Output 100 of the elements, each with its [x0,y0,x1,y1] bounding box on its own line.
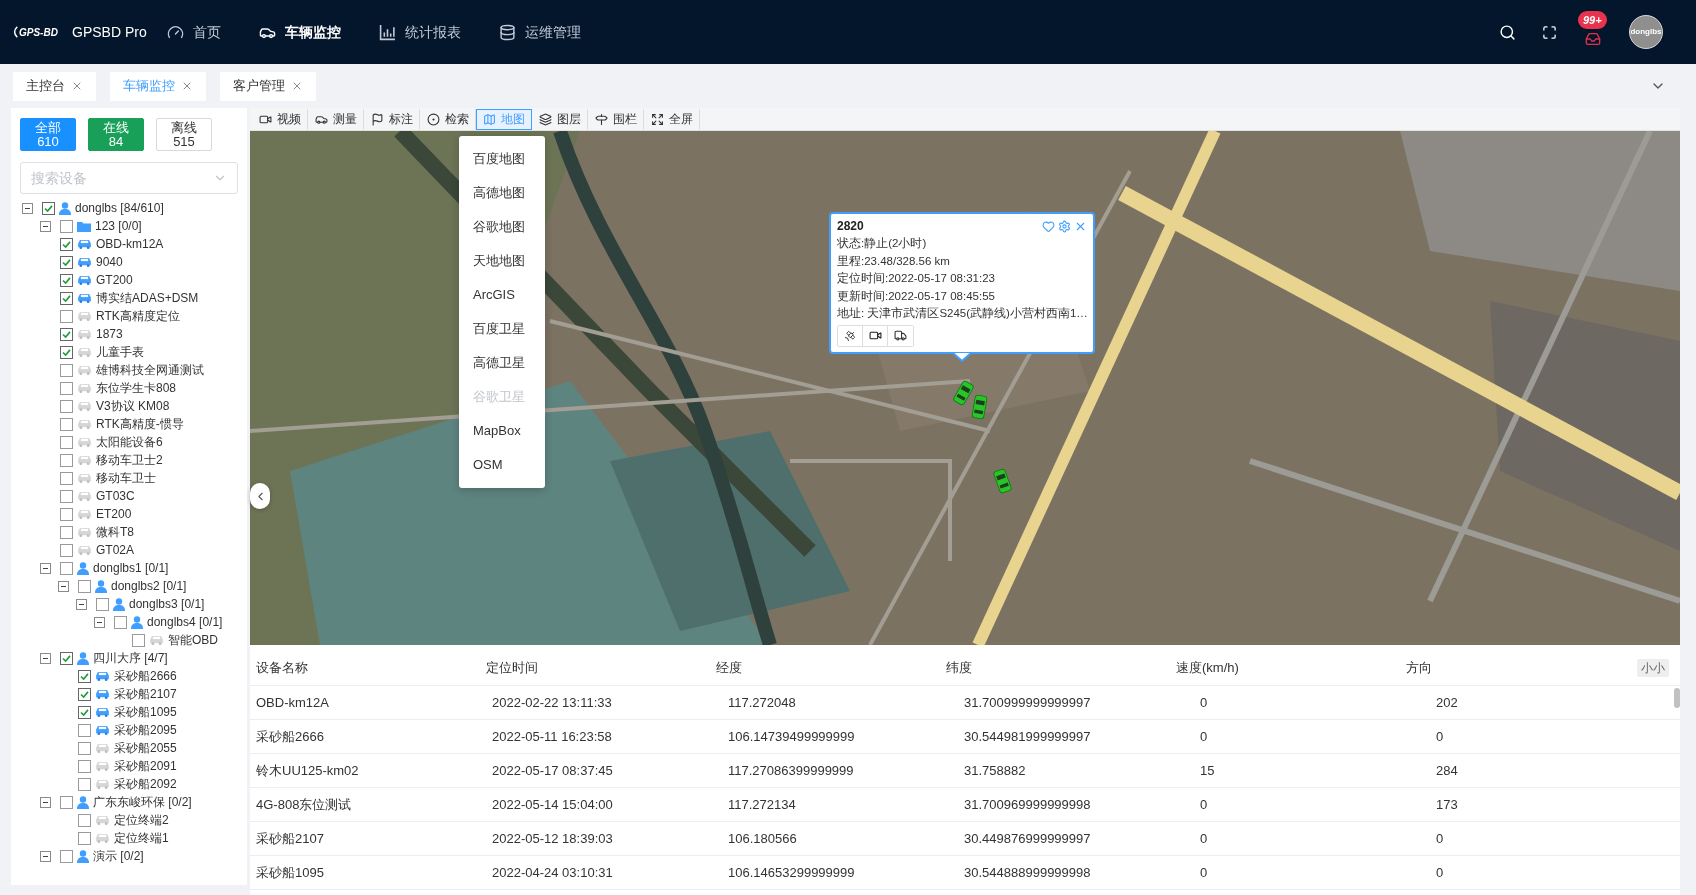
tree-node-label[interactable]: 广东东峻环保 [0/2] [93,793,192,811]
map-tool-button[interactable]: 测量 [308,108,364,130]
collapse-toggle-icon[interactable] [76,598,87,610]
checkbox[interactable] [78,705,91,719]
tree-node-label[interactable]: donglbs3 [0/1] [129,595,205,613]
nav-link[interactable]: 统计报表 [378,21,461,43]
map-tool-button[interactable]: 围栏 [588,108,644,130]
checkbox[interactable] [78,759,91,773]
tree-node-label[interactable]: 采砂船2107 [114,685,177,703]
tree-node-label[interactable]: 9040 [96,253,123,271]
checkbox[interactable] [78,813,91,827]
tree-node-label[interactable]: donglbs [84/610] [75,199,164,217]
tree-node-label[interactable]: V3协议 KM08 [96,397,170,415]
checkbox[interactable] [96,597,109,611]
tree-node-label[interactable]: 移动车卫士2 [96,451,163,469]
checkbox[interactable] [60,399,73,413]
nav-link[interactable]: 车辆监控 [258,21,341,43]
tree-node-label[interactable]: ET200 [96,505,132,523]
tree-node-label[interactable]: 演示 [0/2] [93,847,144,865]
checkbox[interactable] [132,633,145,647]
close-icon[interactable] [181,80,193,92]
checkbox[interactable] [78,777,91,791]
checkbox[interactable] [60,795,73,809]
map-tool-button[interactable]: 全屏 [644,108,700,130]
checkbox[interactable] [78,669,91,683]
nav-link[interactable]: 首页 [166,21,221,43]
tree-node-label[interactable]: donglbs2 [0/1] [111,577,187,595]
checkbox[interactable] [60,417,73,431]
checkbox[interactable] [60,363,73,377]
map-tool-button[interactable]: 标注 [364,108,420,130]
collapse-toggle-icon[interactable] [94,616,105,628]
tree-node-label[interactable]: GT200 [96,271,133,289]
tree-node-label[interactable]: 博实结ADAS+DSM [96,289,199,307]
map-type-option[interactable]: ArcGIS [459,278,545,312]
map-type-option[interactable]: 百度地图 [459,142,545,176]
map-tool-button[interactable]: 图层 [532,108,588,130]
tree-node-label[interactable]: 采砂船2666 [114,667,177,685]
checkbox[interactable] [60,525,73,539]
collapse-toggle-icon[interactable] [40,652,51,664]
map-type-option[interactable]: OSM [459,448,545,482]
checkbox[interactable] [60,507,73,521]
map-type-option[interactable]: 高德卫星 [459,346,545,380]
checkbox[interactable] [60,345,73,359]
checkbox[interactable] [78,687,91,701]
checkbox[interactable] [60,471,73,485]
checkbox[interactable] [60,849,73,863]
size-toggle-button[interactable]: 小小 [1637,658,1669,677]
search-icon[interactable] [1499,23,1516,41]
map-type-option[interactable]: 谷歌地图 [459,210,545,244]
tree-node-label[interactable]: GT02A [96,541,134,559]
tree-node-label[interactable]: 123 [0/0] [95,217,142,235]
nav-link[interactable]: 运维管理 [498,21,581,43]
checkbox[interactable] [60,453,73,467]
scrollbar-thumb[interactable] [1674,688,1680,708]
satellite-button[interactable] [838,325,863,346]
heart-icon[interactable] [1042,219,1055,233]
map-type-option[interactable]: 百度卫星 [459,312,545,346]
checkbox[interactable] [78,741,91,755]
car-marker-icon[interactable] [971,394,988,420]
tree-node-label[interactable]: GT03C [96,487,135,505]
checkbox[interactable] [60,381,73,395]
tree-node-label[interactable]: 雄博科技全网通测试 [96,361,204,379]
tree-node-label[interactable]: 微科T8 [96,523,134,541]
checkbox[interactable] [78,831,91,845]
checkbox[interactable] [78,579,91,593]
device-filter-button[interactable]: 离线 515 [156,118,212,151]
tree-node-label[interactable]: 东位学生卡808 [96,379,177,397]
tree-node-label[interactable]: 四川大序 [4/7] [93,649,168,667]
tree-node-label[interactable]: 采砂船1095 [114,703,177,721]
collapse-toggle-icon[interactable] [40,796,51,808]
collapse-toggle-icon[interactable] [22,202,33,214]
tree-node-label[interactable]: 智能OBD [168,631,218,649]
inbox-icon[interactable] [1585,31,1601,47]
checkbox[interactable] [60,327,73,341]
map-tool-button[interactable]: 视频 [252,108,308,130]
collapse-toggle-icon[interactable] [58,580,69,592]
tree-node-label[interactable]: 采砂船2092 [114,775,177,793]
tree-node-label[interactable]: donglbs1 [0/1] [93,559,169,577]
collapse-toggle-icon[interactable] [40,562,51,574]
checkbox[interactable] [60,255,73,269]
page-tab[interactable]: 客户管理 [220,71,316,101]
map-type-option[interactable]: MapBox [459,414,545,448]
map-type-option[interactable]: 高德地图 [459,176,545,210]
checkbox[interactable] [78,723,91,737]
checkbox[interactable] [60,651,73,665]
tree-node-label[interactable]: 1873 [96,325,123,343]
tree-node-label[interactable]: 儿童手表 [96,343,144,361]
checkbox[interactable] [60,561,73,575]
tree-node-label[interactable]: OBD-km12A [96,235,164,253]
close-icon[interactable] [291,80,303,92]
checkbox[interactable] [60,273,73,287]
checkbox[interactable] [60,543,73,557]
tree-node-label[interactable]: 太阳能设备6 [96,433,163,451]
tree-node-label[interactable]: 采砂船2055 [114,739,177,757]
checkbox[interactable] [60,219,73,233]
settings-icon[interactable] [1058,219,1071,233]
checkbox[interactable] [60,309,73,323]
tree-node-label[interactable]: 采砂船2091 [114,757,177,775]
tree-node-label[interactable]: RTK高精度-惯导 [96,415,184,433]
tree-node-label[interactable]: 定位终端2 [114,811,169,829]
